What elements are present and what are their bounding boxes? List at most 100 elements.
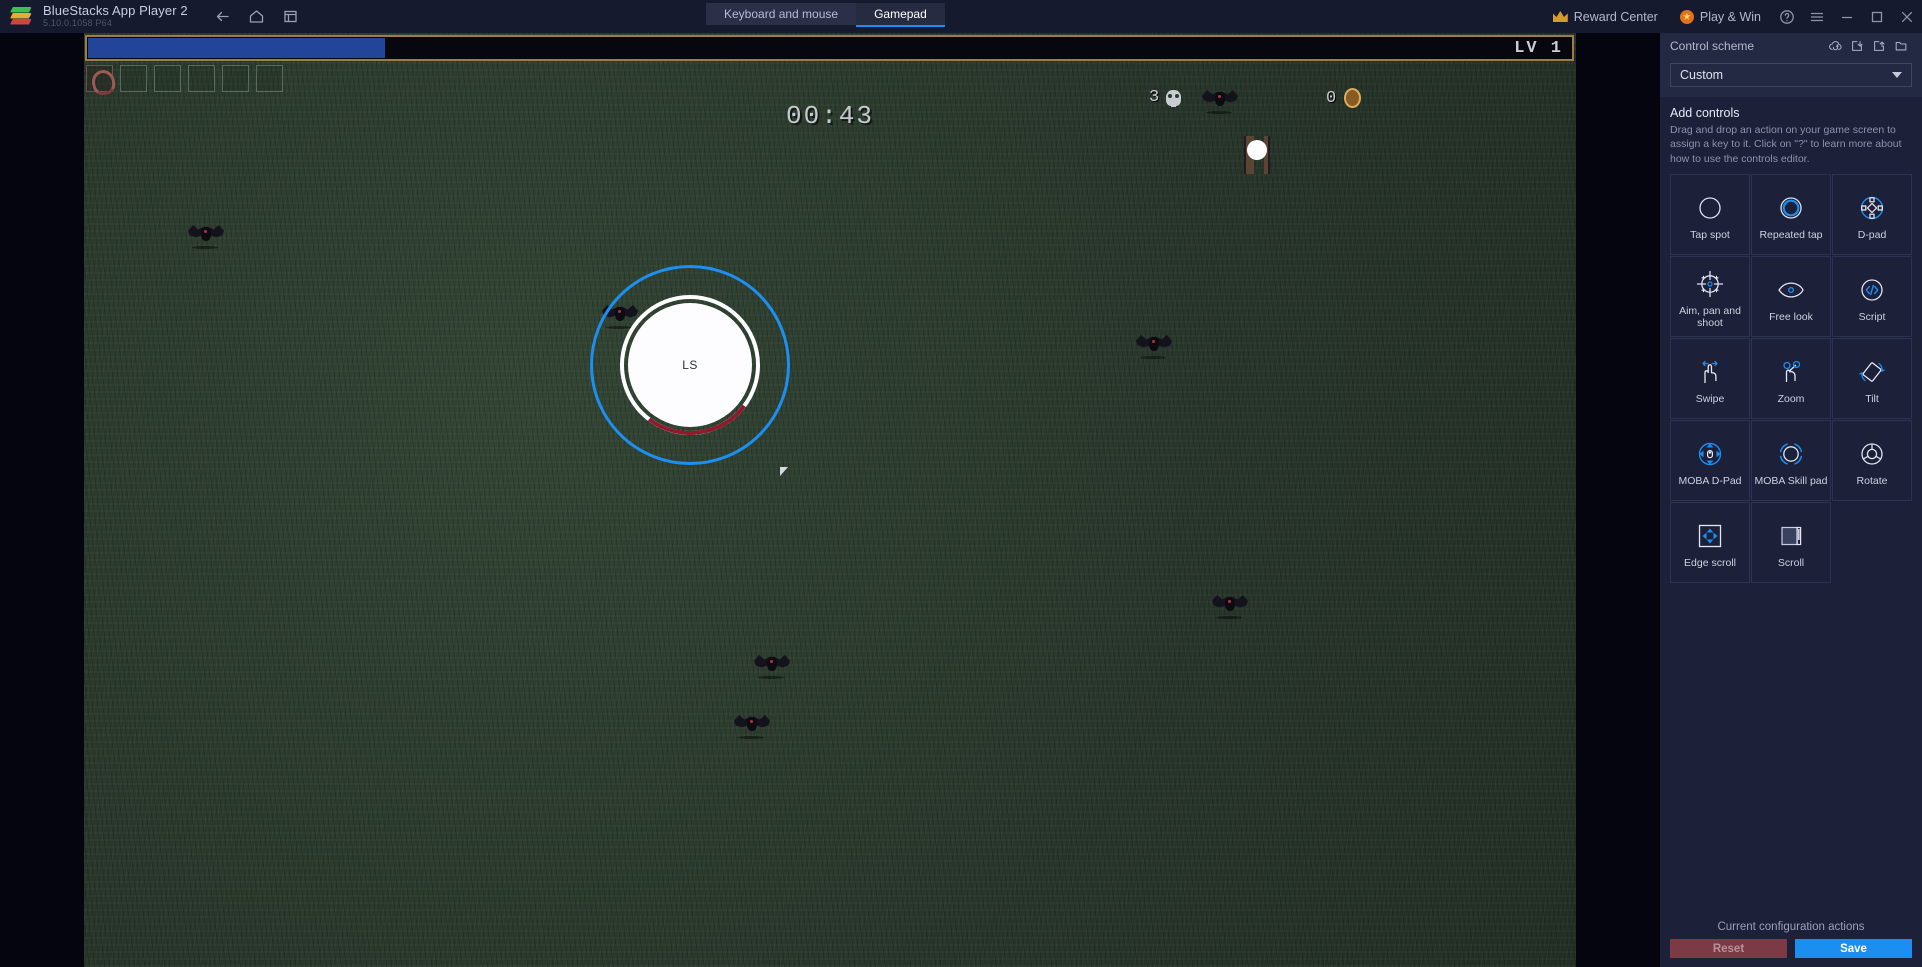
control-label: Zoom bbox=[1777, 392, 1805, 405]
experience-bar-fill bbox=[88, 38, 385, 58]
star-badge-icon bbox=[1679, 9, 1694, 24]
app-identity: BlueStacks App Player 2 5.10.0.1058 P64 bbox=[43, 4, 188, 28]
zoom-icon bbox=[1783, 360, 1801, 382]
back-button[interactable] bbox=[208, 3, 237, 30]
control-d-pad[interactable]: D-pad bbox=[1832, 174, 1912, 256]
skull-icon bbox=[1166, 89, 1182, 107]
control-label: MOBA Skill pad bbox=[1754, 474, 1828, 487]
item-slot[interactable] bbox=[256, 65, 283, 92]
home-button[interactable] bbox=[242, 3, 271, 30]
maximize-icon bbox=[1871, 11, 1883, 22]
reset-button[interactable]: Reset bbox=[1670, 939, 1787, 958]
save-button[interactable]: Save bbox=[1795, 939, 1912, 958]
moba-dpad-icon bbox=[1698, 442, 1722, 465]
level-label: LV 1 bbox=[1514, 39, 1563, 58]
footer-caption: Current configuration actions bbox=[1717, 921, 1865, 933]
play-and-win-button[interactable]: Play & Win bbox=[1669, 0, 1772, 33]
control-scheme-select[interactable]: Custom bbox=[1670, 63, 1912, 87]
control-repeated-tap[interactable]: Repeated tap bbox=[1751, 174, 1831, 256]
control-moba-d-pad[interactable]: MOBA D-Pad bbox=[1670, 420, 1750, 502]
item-slot[interactable] bbox=[120, 65, 147, 92]
rotate-icon bbox=[1861, 443, 1883, 465]
control-zoom[interactable]: Zoom bbox=[1751, 338, 1831, 420]
tab-gamepad[interactable]: Gamepad bbox=[856, 3, 945, 27]
import-scheme-button[interactable] bbox=[1846, 36, 1868, 56]
control-edge-scroll[interactable]: Edge scroll bbox=[1670, 502, 1750, 584]
aim-pan-shoot-icon bbox=[1696, 270, 1724, 297]
player-character bbox=[1244, 128, 1270, 176]
item-slot[interactable] bbox=[154, 65, 181, 92]
joystick-knob[interactable]: LS bbox=[628, 303, 752, 427]
help-button[interactable] bbox=[1772, 0, 1802, 33]
game-screen[interactable]: LV 1 00:43 3 0 LS bbox=[84, 33, 1576, 967]
maximize-button[interactable] bbox=[1862, 0, 1892, 33]
tab-keyboard-and-mouse[interactable]: Keyboard and mouse bbox=[706, 3, 857, 25]
add-controls-heading: Add controls bbox=[1670, 106, 1740, 120]
help-icon bbox=[1780, 9, 1794, 24]
multi-instance-button[interactable] bbox=[276, 3, 305, 30]
control-label: Tilt bbox=[1865, 392, 1879, 405]
enemy-bat bbox=[1212, 593, 1248, 619]
app-title: BlueStacks App Player 2 bbox=[43, 3, 188, 19]
controls-editor-panel: Controls editor Control scheme bbox=[1660, 0, 1922, 967]
enemy-bat bbox=[1136, 333, 1172, 359]
control-label: Scroll bbox=[1777, 556, 1805, 569]
control-label: Rotate bbox=[1856, 474, 1888, 487]
edge-scroll-icon bbox=[1698, 524, 1722, 547]
control-aim-pan-shoot[interactable]: Aim, pan and shoot bbox=[1670, 256, 1750, 338]
item-slot[interactable] bbox=[188, 65, 215, 92]
mouse-cursor-icon bbox=[780, 467, 788, 476]
controls-grid: Tap spot Repeated tap D-pad Aim, pan and… bbox=[1660, 170, 1922, 584]
close-icon bbox=[1901, 11, 1913, 22]
joystick-label: LS bbox=[682, 358, 698, 372]
control-label: MOBA D-Pad bbox=[1678, 474, 1742, 487]
export-scheme-button[interactable] bbox=[1868, 36, 1890, 56]
titlebar-right-group: Reward Center Play & Win bbox=[1542, 0, 1922, 33]
control-moba-skill-pad[interactable]: MOBA Skill pad bbox=[1751, 420, 1831, 502]
control-scheme-label: Control scheme bbox=[1670, 39, 1755, 53]
kill-count-value: 3 bbox=[1149, 88, 1160, 107]
coin-icon bbox=[1344, 88, 1362, 108]
add-controls-section: Add controls Drag and drop an action on … bbox=[1660, 97, 1922, 170]
control-tilt[interactable]: Tilt bbox=[1832, 338, 1912, 420]
control-free-look[interactable]: Free look bbox=[1751, 256, 1831, 338]
bluestacks-logo-icon bbox=[10, 6, 32, 27]
control-label: Edge scroll bbox=[1684, 556, 1736, 569]
cloud-sync-button[interactable] bbox=[1824, 36, 1846, 56]
d-pad-icon bbox=[1860, 196, 1884, 219]
scroll-icon bbox=[1781, 526, 1802, 545]
coin-counter: 0 bbox=[1326, 88, 1362, 108]
control-swipe[interactable]: Swipe bbox=[1670, 338, 1750, 420]
coin-count-value: 0 bbox=[1326, 88, 1337, 108]
control-scroll[interactable]: Scroll bbox=[1751, 502, 1831, 584]
control-label: Repeated tap bbox=[1759, 228, 1823, 241]
menu-button[interactable] bbox=[1802, 0, 1832, 33]
enemy-bat bbox=[754, 653, 790, 679]
reward-center-label: Reward Center bbox=[1573, 9, 1658, 24]
chevron-down-icon bbox=[1892, 72, 1902, 78]
item-slot[interactable] bbox=[86, 65, 113, 92]
minimize-icon bbox=[1841, 16, 1853, 18]
panel-footer: Current configuration actions Reset Save bbox=[1660, 913, 1922, 967]
close-button[interactable] bbox=[1892, 0, 1922, 33]
input-mode-tabs: Keyboard and mouse Gamepad bbox=[706, 3, 945, 27]
menu-icon bbox=[1810, 12, 1824, 21]
control-tap-spot[interactable]: Tap spot bbox=[1670, 174, 1750, 256]
home-icon bbox=[249, 10, 263, 23]
emulator-stage: LV 1 00:43 3 0 LS bbox=[0, 33, 1660, 967]
left-stick-overlay[interactable]: LS bbox=[590, 265, 790, 465]
experience-bar: LV 1 bbox=[85, 35, 1574, 61]
tap-spot-icon bbox=[1699, 197, 1721, 219]
control-script[interactable]: Script bbox=[1832, 256, 1912, 338]
enemy-bat bbox=[1202, 88, 1238, 114]
control-label: Tap spot bbox=[1690, 228, 1730, 241]
item-slot-row bbox=[86, 65, 283, 92]
app-version: 5.10.0.1058 P64 bbox=[43, 18, 113, 29]
minimize-button[interactable] bbox=[1832, 0, 1862, 33]
reward-center-button[interactable]: Reward Center bbox=[1542, 0, 1669, 33]
control-rotate[interactable]: Rotate bbox=[1832, 420, 1912, 502]
swipe-icon bbox=[1702, 360, 1718, 383]
item-slot[interactable] bbox=[222, 65, 249, 92]
open-folder-button[interactable] bbox=[1890, 36, 1912, 56]
control-label: Free look bbox=[1769, 310, 1813, 323]
